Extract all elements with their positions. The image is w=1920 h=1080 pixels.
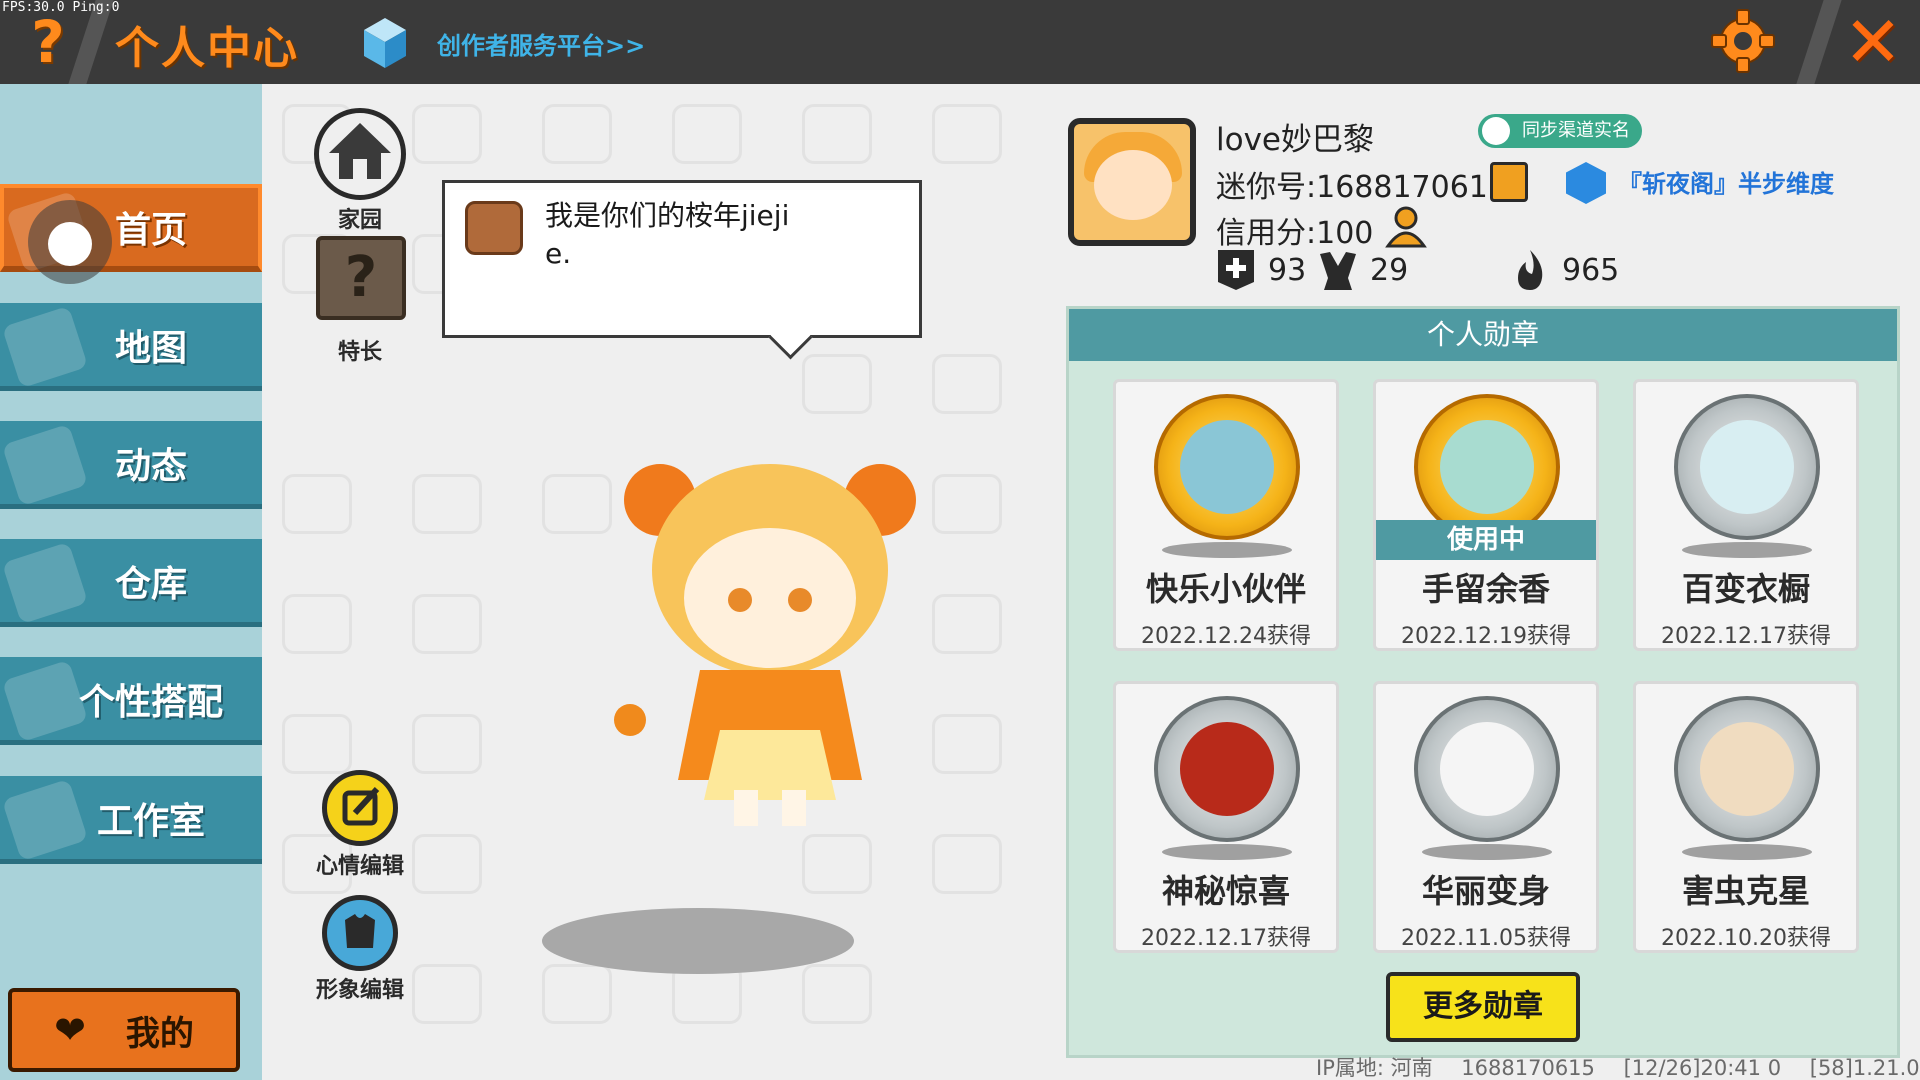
sidebar-item-label: 工作室 [96,800,205,842]
medal-panel-title: 个人勋章 [1069,309,1897,361]
footer-uid: 1688170615 [1461,1056,1595,1080]
medal-date: 2022.10.20获得 [1661,926,1831,951]
mood-edit-label: 心情编辑 [315,854,404,879]
more-medals-button[interactable]: 更多勋章 [1386,972,1580,1042]
skill-icon[interactable]: ? [316,236,406,320]
medal-icon [1154,394,1300,540]
medal-card[interactable]: 百变衣橱 2022.12.17获得 [1633,379,1859,651]
username: love妙巴黎 [1216,122,1374,158]
medal-card[interactable]: 害虫克星 2022.10.20获得 [1633,681,1859,953]
user-check-icon [1482,117,1510,145]
medal-card[interactable]: 使用中 手留余香 2022.12.19获得 [1373,379,1599,651]
medal-date: 2022.12.17获得 [1661,624,1831,649]
mood-speech-bubble: 我是你们的桉年jiejie. [442,180,922,338]
medal-name: 害虫克星 [1681,872,1810,910]
footer-time: [12/26]20:41 0 [1623,1056,1782,1080]
add-friend-icon [1218,250,1254,290]
sync-realname-button[interactable]: 同步渠道实名 [1478,114,1642,148]
medal-panel: 个人勋章 快乐小伙伴 2022.12.24获得 使用中 手留余香 2022.12… [1066,306,1900,1058]
medal-icon [1674,394,1820,540]
sidebar-item-studio[interactable]: 工作室 [0,776,262,864]
ip-location: IP属地: 河南 [1316,1056,1433,1080]
in-use-badge: 使用中 [1376,520,1596,560]
sidebar-item-feed[interactable]: 动态 [0,421,262,509]
sidebar-item-warehouse[interactable]: 仓库 [0,539,262,627]
stat-value: 965 [1562,252,1620,288]
medal-icon [1414,394,1560,540]
fans-icon [1320,252,1356,290]
medal-date: 2022.11.05获得 [1401,926,1571,951]
medal-card[interactable]: 快乐小伙伴 2022.12.24获得 [1113,379,1339,651]
medal-name: 华丽变身 [1421,872,1550,910]
medal-card[interactable]: 华丽变身 2022.11.05获得 [1373,681,1599,953]
mood-text: 我是你们的桉年jiejie. [545,199,790,270]
close-button[interactable]: ✕ [1840,4,1906,80]
flame-icon [1518,250,1543,290]
character-avatar[interactable] [600,450,940,850]
heart-icon: ❤ [54,1008,86,1052]
medal-name: 神秘惊喜 [1161,872,1290,910]
mine-button-label: 我的 [125,1013,194,1054]
sync-badge-label: 同步渠道实名 [1522,120,1630,141]
top-bar: FPS:30.0 Ping:0 ? 个人中心 创作者服务平台>> ✕ [0,0,1920,84]
home-label: 家园 [337,208,382,233]
stat-friends: 93 [1216,248,1306,292]
medal-date: 2022.12.17获得 [1141,926,1311,951]
footer-version: [58]1.21.0 [1809,1056,1920,1080]
medal-icon [1414,696,1560,842]
avatar[interactable] [1068,118,1196,246]
speech-avatar-icon [465,201,523,255]
sidebar-item-label: 动态 [114,445,187,487]
sidebar-item-outfit[interactable]: 个性搭配 [0,657,262,745]
medal-icon [1674,696,1820,842]
medal-date: 2022.12.19获得 [1401,624,1571,649]
help-button[interactable]: ? [18,10,78,74]
sidebar-item-label: 仓库 [114,563,187,605]
mood-edit-icon[interactable] [322,770,398,846]
divider [1796,0,1842,84]
stat-popularity: 965 [1510,248,1619,292]
stat-fans: 29 [1318,248,1408,292]
skill-label: 特长 [337,340,382,365]
stat-value: 93 [1268,252,1307,288]
creator-platform-link[interactable]: 创作者服务平台>> [437,26,645,61]
sidebar-item-map[interactable]: 地图 [0,303,262,391]
sidebar-item-label: 地图 [114,327,187,369]
stat-value: 29 [1370,252,1409,288]
copy-icon[interactable] [1490,162,1528,202]
medal-icon [1154,696,1300,842]
cube-icon[interactable] [362,16,408,70]
home-icon[interactable] [314,108,406,200]
clan-name[interactable]: 『斩夜阁』半步维度 [1618,164,1834,199]
page-title: 个人中心 [115,23,299,74]
status-footer: IP属地: 河南 1688170615 [12/26]20:41 0 [58]1… [1316,1052,1920,1080]
medal-card[interactable]: 神秘惊喜 2022.12.17获得 [1113,681,1339,953]
gear-icon[interactable] [1710,8,1776,74]
friend-icon[interactable] [1384,206,1428,248]
look-edit-label: 形象编辑 [315,978,404,1003]
avatar-face [1094,150,1172,220]
credit-score: 信用分:100 [1216,216,1374,251]
character-shadow [542,908,854,974]
mine-button[interactable]: ❤ 我的 [8,988,240,1072]
medal-date: 2022.12.24获得 [1141,624,1311,649]
medal-name: 百变衣橱 [1681,570,1810,608]
look-edit-icon[interactable] [322,895,398,971]
mini-id: 迷你号:1688170615 [1216,170,1507,205]
medal-name: 快乐小伙伴 [1145,570,1306,608]
sidebar-item-label: 首页 [114,210,187,251]
medal-name: 手留余香 [1421,570,1550,608]
sidebar-item-label: 个性搭配 [78,681,223,723]
